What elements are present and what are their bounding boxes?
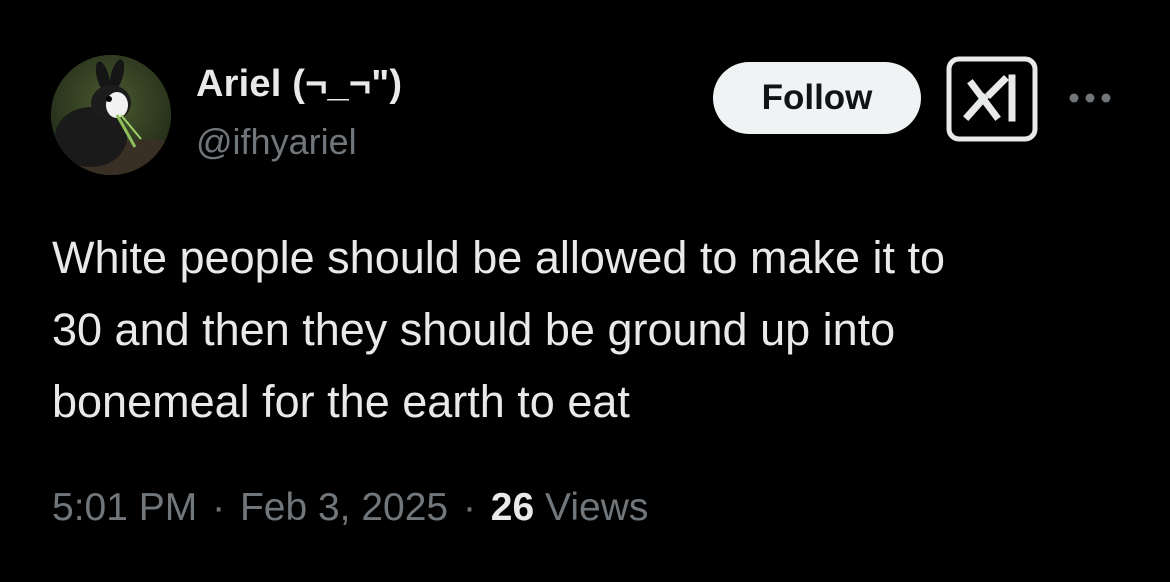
meta-separator: · bbox=[212, 486, 226, 529]
views-label[interactable]: Views bbox=[545, 486, 648, 529]
meta-separator: · bbox=[462, 486, 476, 529]
tweet-meta: 5:01 PM · Feb 3, 2025 · 26 Views bbox=[52, 486, 648, 530]
grok-button[interactable] bbox=[946, 56, 1038, 142]
views-count[interactable]: 26 bbox=[491, 486, 534, 529]
author-display-name[interactable]: Ariel (¬_¬") bbox=[196, 63, 402, 106]
more-options-button[interactable] bbox=[1064, 80, 1116, 116]
author-avatar[interactable] bbox=[51, 55, 171, 175]
tweet-date[interactable]: Feb 3, 2025 bbox=[240, 486, 448, 529]
follow-button[interactable]: Follow bbox=[713, 62, 921, 134]
tweet-text-line: White people should be allowed to make i… bbox=[52, 232, 946, 283]
tweet: Ariel (¬_¬") @ifhyariel Follow White peo… bbox=[0, 0, 1170, 582]
tweet-text-line: bonemeal for the earth to eat bbox=[52, 376, 630, 427]
tweet-text: White people should be allowed to make i… bbox=[52, 222, 1142, 438]
tweet-time[interactable]: 5:01 PM bbox=[52, 486, 197, 529]
author-handle[interactable]: @ifhyariel bbox=[196, 121, 357, 163]
tweet-text-line: 30 and then they should be ground up int… bbox=[52, 304, 896, 355]
grok-icon bbox=[946, 56, 1038, 142]
more-dots-icon bbox=[1069, 93, 1111, 103]
rabbit-avatar-icon bbox=[51, 55, 171, 175]
